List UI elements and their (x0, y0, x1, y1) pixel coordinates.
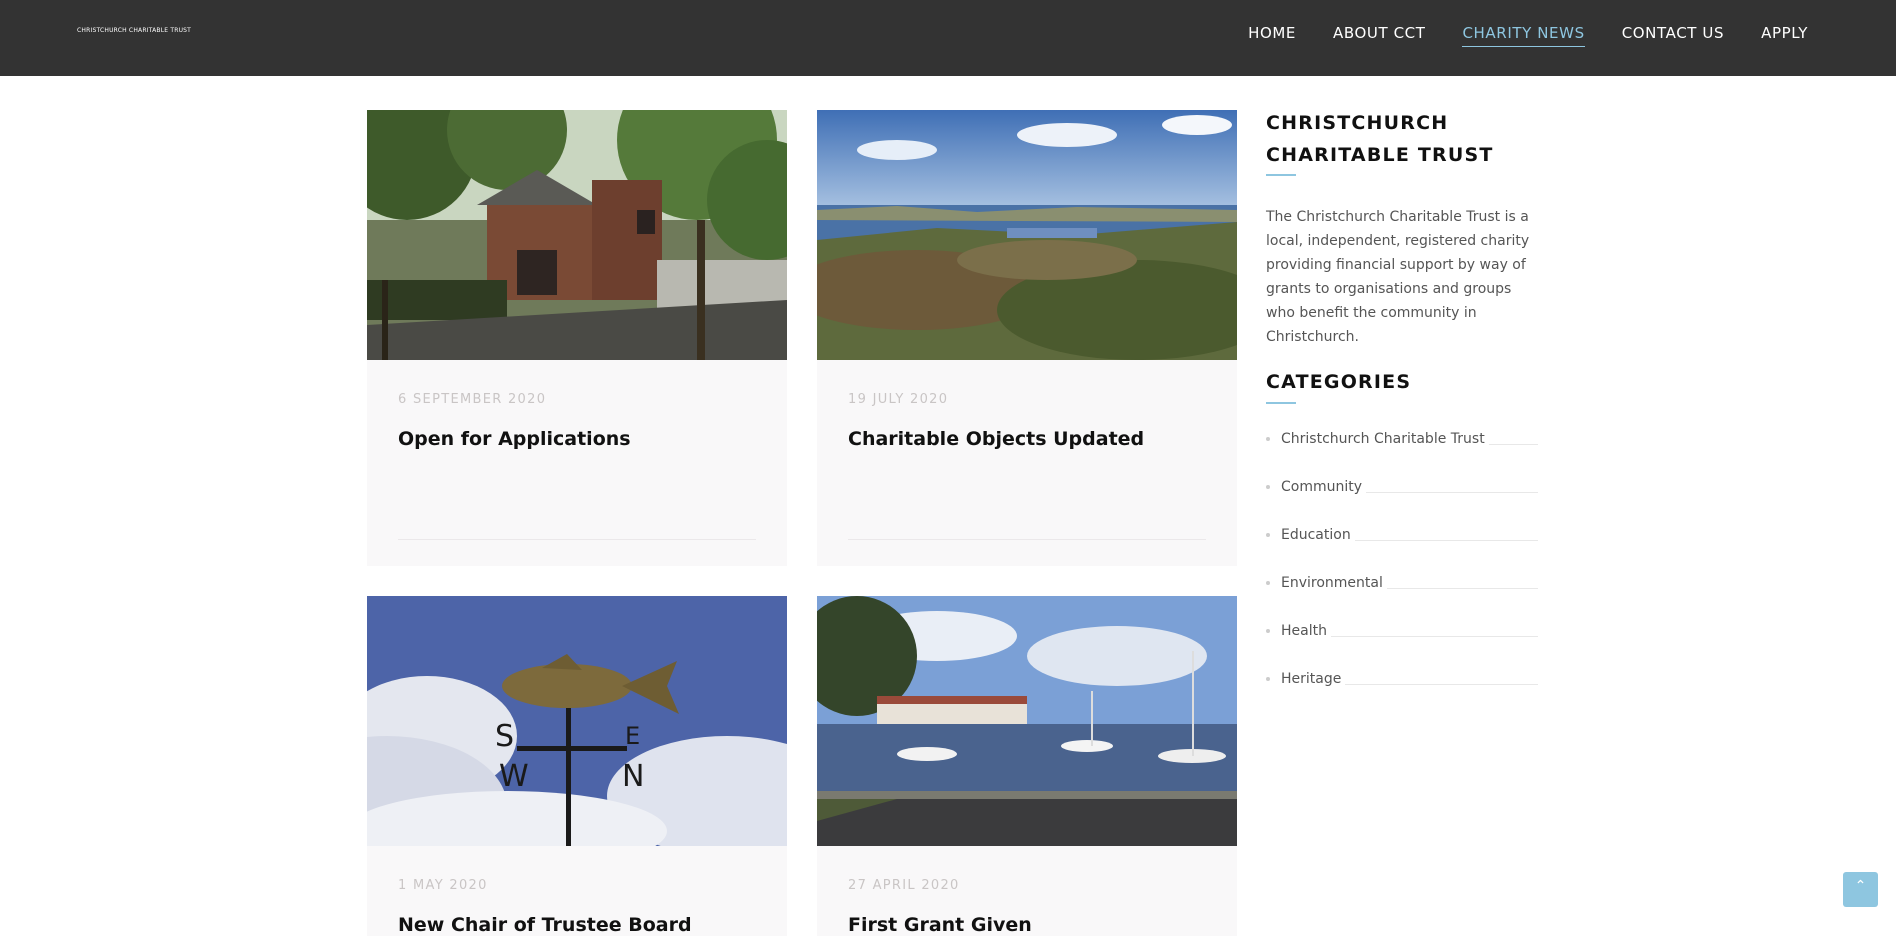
post-date: 1 MAY 2020 (398, 878, 488, 893)
nav-about-cct[interactable]: ABOUT CCT (1333, 24, 1426, 47)
post-title[interactable]: Open for Applications (398, 428, 768, 450)
nav-home[interactable]: HOME (1248, 24, 1296, 47)
category-item[interactable]: Christchurch Charitable Trust (1266, 428, 1538, 476)
post-card[interactable]: S W E N 1 MAY 2020 New Chair of Trustee … (367, 596, 787, 936)
post-thumbnail[interactable] (367, 110, 787, 360)
bullet-icon (1266, 677, 1270, 681)
about-widget-title: CHRISTCHURCH CHARITABLE TRUST (1266, 112, 1494, 166)
post-thumbnail[interactable] (817, 596, 1237, 846)
category-item[interactable]: Health (1266, 620, 1538, 668)
post-card[interactable]: 6 SEPTEMBER 2020 Open for Applications (367, 110, 787, 566)
quay-boats-photo (817, 596, 1237, 846)
bullet-icon (1266, 581, 1270, 585)
categories-list: Christchurch Charitable Trust Community … (1266, 428, 1538, 716)
bullet-icon (1266, 533, 1270, 537)
post-date: 6 SEPTEMBER 2020 (398, 392, 547, 407)
post-date: 19 JULY 2020 (848, 392, 949, 407)
main-nav: HOME ABOUT CCT CHARITY NEWS CONTACT US A… (1211, 24, 1808, 47)
category-link[interactable]: Heritage (1281, 668, 1346, 690)
bullet-icon (1266, 437, 1270, 441)
salmon-weathervane-photo: S W E N (367, 596, 787, 846)
card-divider (848, 539, 1206, 540)
category-link[interactable]: Education (1281, 524, 1355, 546)
card-divider (398, 539, 756, 540)
post-title[interactable]: Charitable Objects Updated (848, 428, 1218, 450)
back-to-top-button[interactable]: ⌃ (1843, 872, 1878, 907)
chevron-up-icon: ⌃ (1854, 878, 1867, 894)
site-header: CHRISTCHURCH CHARITABLE TRUST HOME ABOUT… (0, 0, 1896, 76)
post-card[interactable]: 27 APRIL 2020 First Grant Given (817, 596, 1237, 936)
category-link[interactable]: Health (1281, 620, 1331, 642)
about-title-underline (1266, 174, 1296, 176)
nav-contact-us[interactable]: CONTACT US (1622, 24, 1724, 47)
svg-text:N: N (622, 759, 644, 794)
bullet-icon (1266, 629, 1270, 633)
categories-title-underline (1266, 402, 1296, 404)
svg-text:W: W (499, 759, 529, 794)
about-text: The Christchurch Charitable Trust is a l… (1266, 209, 1530, 345)
categories-widget-title: CATEGORIES (1266, 371, 1412, 393)
site-logo[interactable]: CHRISTCHURCH CHARITABLE TRUST (77, 27, 191, 34)
category-item[interactable]: Education (1266, 524, 1538, 572)
category-link[interactable]: Christchurch Charitable Trust (1281, 428, 1489, 450)
category-link[interactable]: Community (1281, 476, 1367, 498)
post-thumbnail[interactable]: S W E N (367, 596, 787, 846)
svg-text:S: S (495, 719, 514, 754)
post-date: 27 APRIL 2020 (848, 878, 960, 893)
category-item[interactable]: Community (1266, 476, 1538, 524)
post-title[interactable]: First Grant Given (848, 914, 1218, 936)
category-item[interactable]: Heritage (1266, 668, 1538, 716)
nav-charity-news[interactable]: CHARITY NEWS (1462, 24, 1585, 47)
nav-apply[interactable]: APPLY (1761, 24, 1808, 47)
category-link[interactable]: Environmental (1281, 572, 1387, 594)
post-title[interactable]: New Chair of Trustee Board (398, 914, 768, 936)
post-thumbnail[interactable] (817, 110, 1237, 360)
category-item[interactable]: Environmental (1266, 572, 1538, 620)
post-card[interactable]: 19 JULY 2020 Charitable Objects Updated (817, 110, 1237, 566)
harbour-landscape-photo (817, 110, 1237, 360)
svg-text:E: E (625, 722, 640, 750)
bullet-icon (1266, 485, 1270, 489)
old-mill-photo (367, 110, 787, 360)
